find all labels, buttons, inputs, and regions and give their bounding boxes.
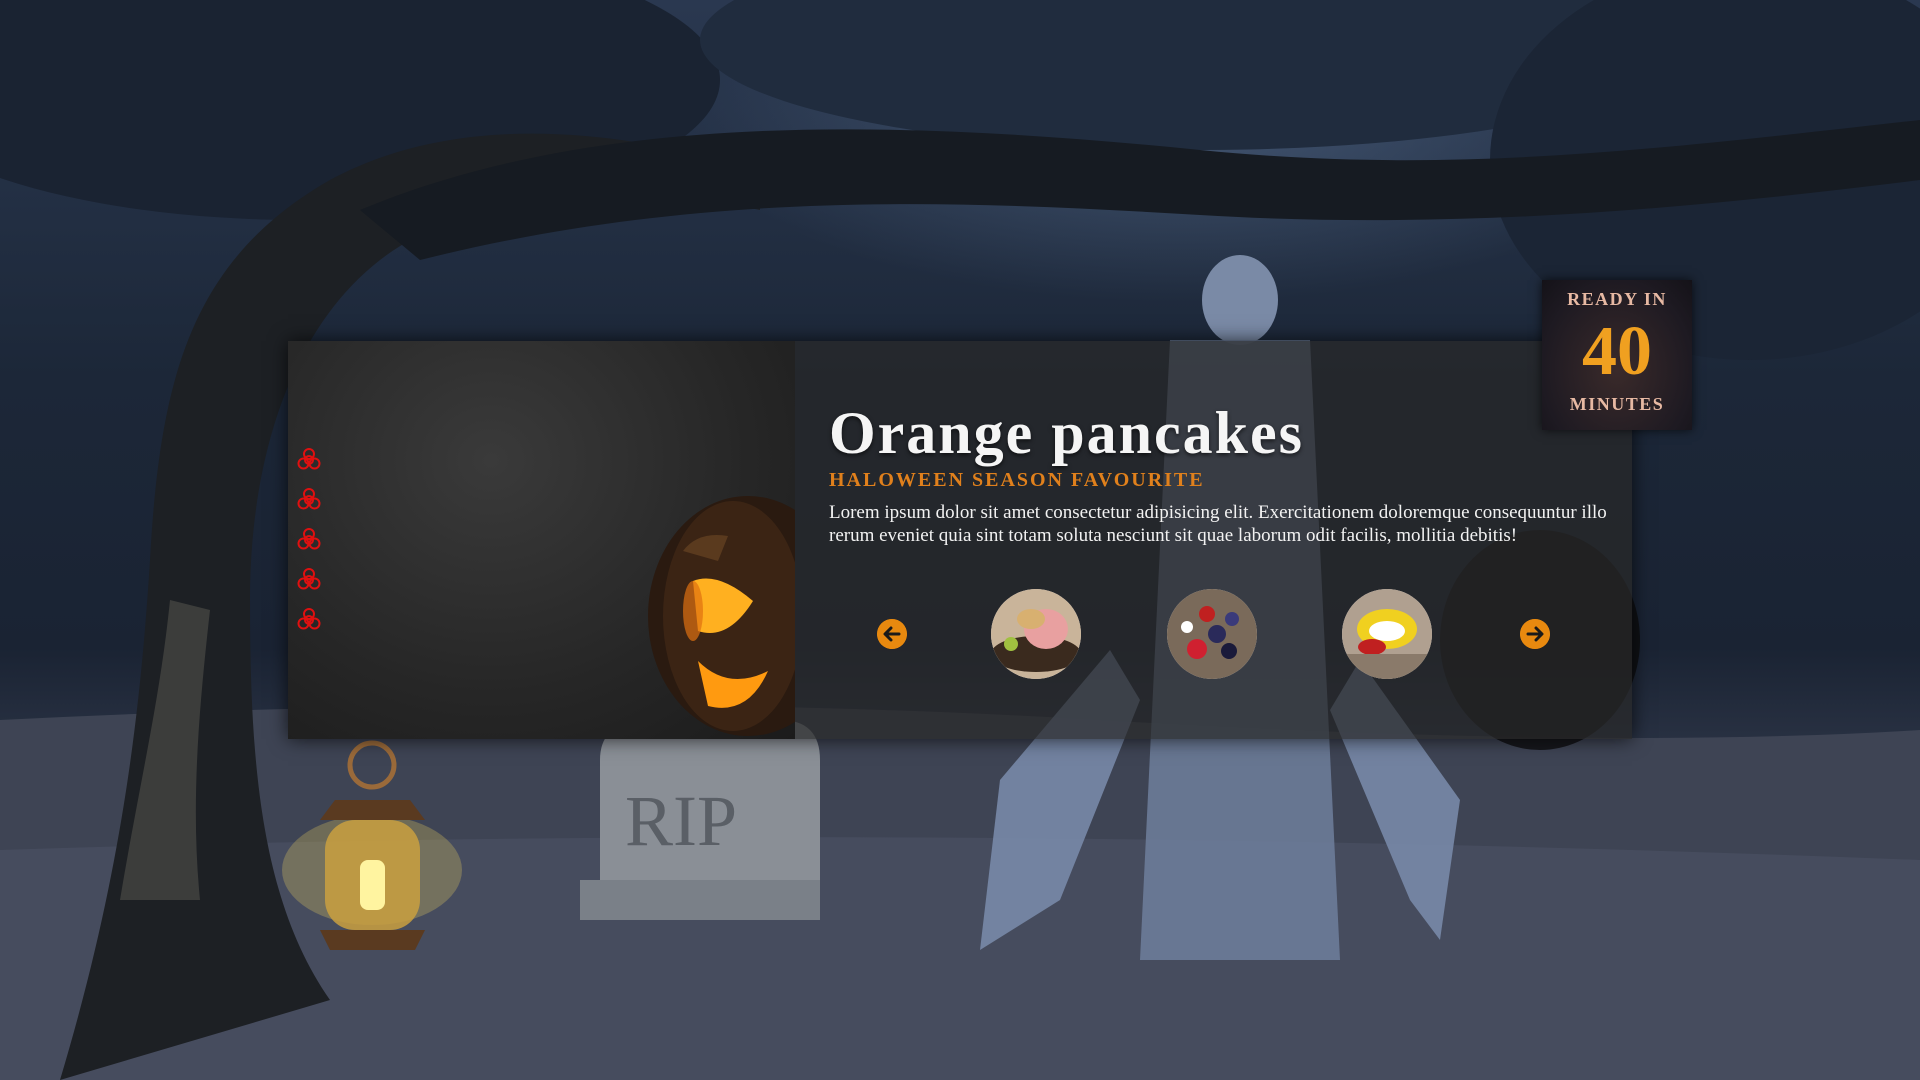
biohazard-icon[interactable]: [296, 487, 322, 513]
recipe-description: Lorem ipsum dolor sit amet consectetur a…: [829, 502, 1607, 546]
recipe-subtitle: HALOWEEN SEASON FAVOURITE: [829, 469, 1205, 491]
recipe-image-panel: [288, 341, 795, 739]
ready-time-label-bottom: MINUTES: [1569, 394, 1665, 414]
slide-nav: [296, 447, 326, 647]
thumbnail-carousel: [795, 581, 1632, 681]
jack-o-lantern-image: [648, 496, 795, 736]
ready-time-label-top: READY IN: [1567, 289, 1667, 309]
recipe-card: Orange pancakes HALOWEEN SEASON FAVOURIT…: [288, 341, 1632, 739]
berries-plate-thumbnail[interactable]: [1167, 589, 1257, 679]
fruit-roll-thumbnail[interactable]: [1342, 589, 1432, 679]
arrow-right-icon[interactable]: [1520, 619, 1550, 649]
ready-time-minutes: 40: [1582, 313, 1652, 390]
biohazard-icon[interactable]: [296, 447, 322, 473]
svg-text:RIP: RIP: [625, 781, 737, 861]
biohazard-icon[interactable]: [296, 607, 322, 633]
recipe-title: Orange pancakes: [829, 400, 1305, 466]
biohazard-icon[interactable]: [296, 527, 322, 553]
ham-plate-thumbnail[interactable]: [991, 589, 1081, 679]
biohazard-icon[interactable]: [296, 567, 322, 593]
ready-time-badge: READY IN 40 MINUTES: [1542, 280, 1692, 430]
arrow-left-icon[interactable]: [877, 619, 907, 649]
recipe-info-panel: Orange pancakes HALOWEEN SEASON FAVOURIT…: [795, 341, 1632, 739]
